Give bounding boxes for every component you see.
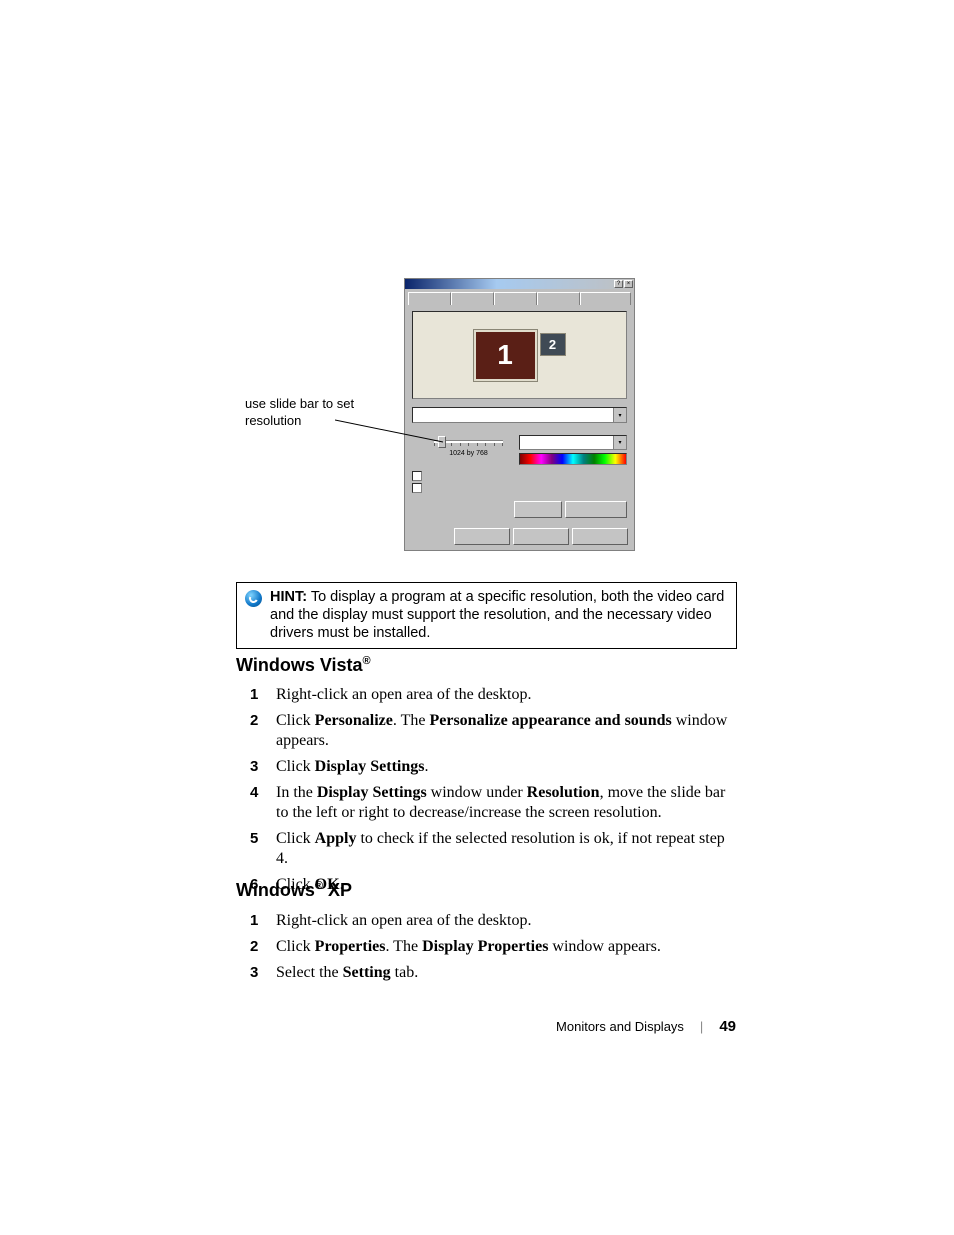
step: 1Right-click an open area of the desktop… — [250, 685, 740, 705]
page-footer: Monitors and Displays | 49 — [0, 1018, 954, 1035]
step-text: Click Properties. The Display Properties… — [276, 937, 740, 957]
page-number: 49 — [719, 1018, 736, 1035]
window-body: 1 2 ▾ — [405, 305, 634, 524]
color-quality-group: ▾ — [519, 435, 627, 465]
resolution-slider-group: 1024 by 768 — [412, 435, 507, 457]
steps-xp: 1Right-click an open area of the desktop… — [250, 911, 740, 989]
tab-strip — [405, 289, 634, 305]
resolution-slider[interactable] — [412, 435, 507, 447]
step-text: Click Apply to check if the selected res… — [276, 829, 740, 869]
step-text: Click Personalize. The Personalize appea… — [276, 711, 740, 751]
step: 4In the Display Settings window under Re… — [250, 783, 740, 823]
footer-section: Monitors and Displays — [556, 1019, 684, 1034]
step-text: Right-click an open area of the desktop. — [276, 685, 740, 705]
hint-text: HINT: To display a program at a specific… — [270, 588, 728, 642]
callout-label: use slide bar to set resolution — [245, 395, 365, 429]
display-dropdown[interactable]: ▾ — [412, 407, 627, 423]
apply-button[interactable] — [572, 528, 628, 545]
step: 2Click Properties. The Display Propertie… — [250, 937, 740, 957]
ok-button[interactable] — [454, 528, 510, 545]
step-number: 1 — [250, 911, 276, 931]
registered-mark: ® — [363, 655, 371, 667]
hint-label: HINT: — [270, 589, 307, 605]
heading-windows-xp: Windows® XP — [236, 880, 352, 901]
display-properties-screenshot: ? × 1 2 ▾ — [404, 278, 635, 551]
step: 3Select the Setting tab. — [250, 963, 740, 983]
tab[interactable] — [580, 292, 631, 305]
step-text: Click Display Settings. — [276, 757, 740, 777]
tab[interactable] — [451, 292, 494, 305]
inner-button[interactable] — [514, 501, 562, 518]
step-number: 2 — [250, 937, 276, 957]
color-spectrum — [519, 453, 627, 465]
step-number: 5 — [250, 829, 276, 869]
step-number: 2 — [250, 711, 276, 751]
cancel-button[interactable] — [513, 528, 569, 545]
dropdown-arrow-icon: ▾ — [613, 436, 626, 449]
hint-body: To display a program at a specific resol… — [270, 589, 724, 641]
step-number: 1 — [250, 685, 276, 705]
color-quality-dropdown[interactable]: ▾ — [519, 435, 627, 450]
step: 2Click Personalize. The Personalize appe… — [250, 711, 740, 751]
step-text: In the Display Settings window under Res… — [276, 783, 740, 823]
tab[interactable] — [537, 292, 580, 305]
footer-separator: | — [700, 1019, 703, 1034]
step: 5Click Apply to check if the selected re… — [250, 829, 740, 869]
monitor-2[interactable]: 2 — [540, 333, 566, 356]
registered-mark: ® — [315, 880, 323, 892]
tab[interactable] — [494, 292, 537, 305]
step-number: 4 — [250, 783, 276, 823]
tab[interactable] — [408, 292, 451, 305]
dropdown-arrow-icon: ▾ — [613, 408, 626, 422]
checkbox-group — [412, 471, 627, 493]
help-button[interactable]: ? — [614, 280, 623, 288]
step-number: 3 — [250, 963, 276, 983]
hint-box: HINT: To display a program at a specific… — [236, 582, 737, 649]
checkbox[interactable] — [412, 471, 422, 481]
step-number: 3 — [250, 757, 276, 777]
step: 1Right-click an open area of the desktop… — [250, 911, 740, 931]
window-titlebar: ? × — [405, 279, 634, 289]
hint-icon — [245, 590, 262, 607]
window: ? × 1 2 ▾ — [404, 278, 635, 551]
close-button[interactable]: × — [624, 280, 633, 288]
step-text: Right-click an open area of the desktop. — [276, 911, 740, 931]
heading-windows-vista: Windows Vista® — [236, 655, 371, 676]
step-text: Select the Setting tab. — [276, 963, 740, 983]
steps-vista: 1Right-click an open area of the desktop… — [250, 685, 740, 901]
inner-button[interactable] — [565, 501, 627, 518]
monitor-preview: 1 2 — [412, 311, 627, 399]
checkbox[interactable] — [412, 483, 422, 493]
dialog-button-row — [405, 524, 634, 550]
step: 3Click Display Settings. — [250, 757, 740, 777]
monitor-1[interactable]: 1 — [474, 330, 537, 381]
slider-thumb[interactable] — [438, 436, 446, 448]
resolution-value: 1024 by 768 — [412, 450, 507, 457]
